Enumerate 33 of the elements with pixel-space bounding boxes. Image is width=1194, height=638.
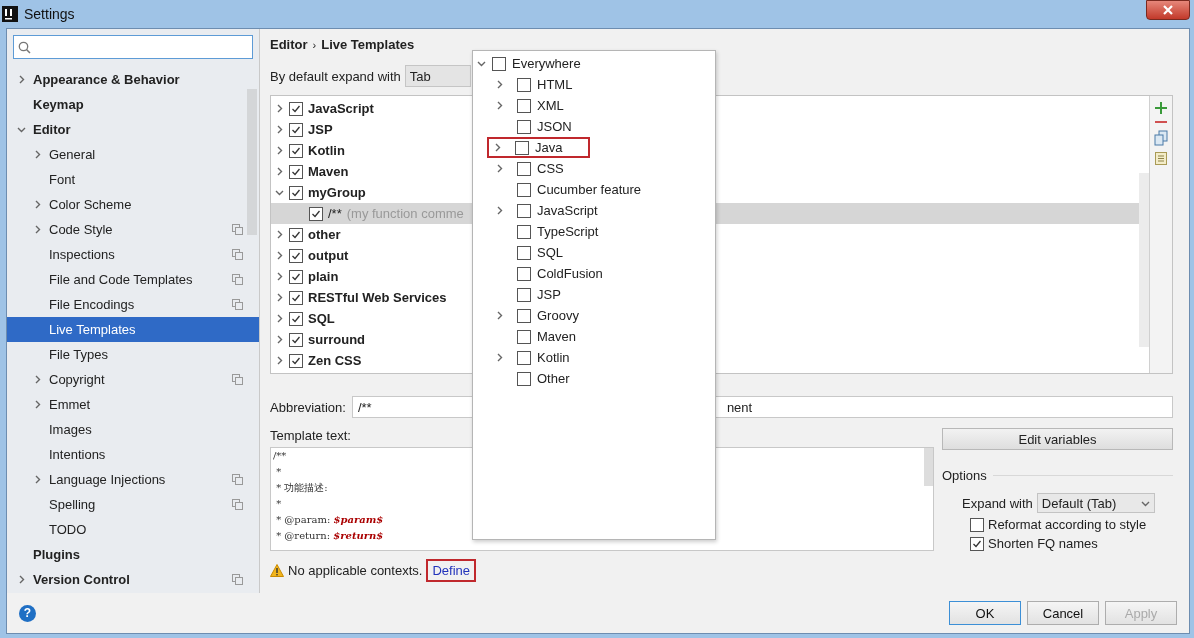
context-label: JSP: [537, 287, 561, 302]
context-label: TypeScript: [537, 224, 599, 239]
window-title: Settings: [24, 6, 76, 22]
context-label: XML: [537, 98, 564, 113]
context-label: JSON: [537, 119, 572, 134]
context-label: Kotlin: [537, 350, 570, 365]
code-line: * @param: $param$: [275, 513, 385, 527]
abbreviation-label: Abbreviation:: [270, 399, 346, 415]
context-label: Java: [535, 140, 563, 155]
context-label: SQL: [537, 245, 563, 260]
code-line: *: [275, 497, 283, 511]
context-label: Maven: [537, 329, 577, 344]
template-text-label: Template text:: [270, 428, 352, 443]
expand-label: By default expand with: [270, 68, 401, 84]
options-heading: Options: [942, 468, 987, 483]
code-line: *: [275, 465, 283, 479]
code-line: * @return: $return$: [275, 529, 385, 543]
code-line: /**: [273, 449, 288, 463]
context-label: Other: [537, 371, 570, 386]
context-label: Groovy: [537, 308, 579, 323]
context-label: CSS: [537, 161, 564, 176]
context-label: ColdFusion: [537, 266, 603, 281]
template-abbreviation: /**: [328, 206, 342, 221]
breadcrumb-item: Live Templates: [321, 37, 415, 52]
template-description: (my function comme: [346, 206, 464, 221]
context-label: JavaScript: [537, 203, 598, 218]
expand-with-label: Expand with: [962, 495, 1033, 511]
context-label: Cucumber feature: [537, 182, 642, 197]
warning-text: No applicable contexts.: [288, 563, 423, 578]
code-line: * 功能描述:: [275, 481, 329, 495]
breadcrumb-item: Editor: [270, 37, 308, 52]
breadcrumb-separator: ›: [312, 39, 317, 51]
context-label: HTML: [537, 77, 573, 92]
